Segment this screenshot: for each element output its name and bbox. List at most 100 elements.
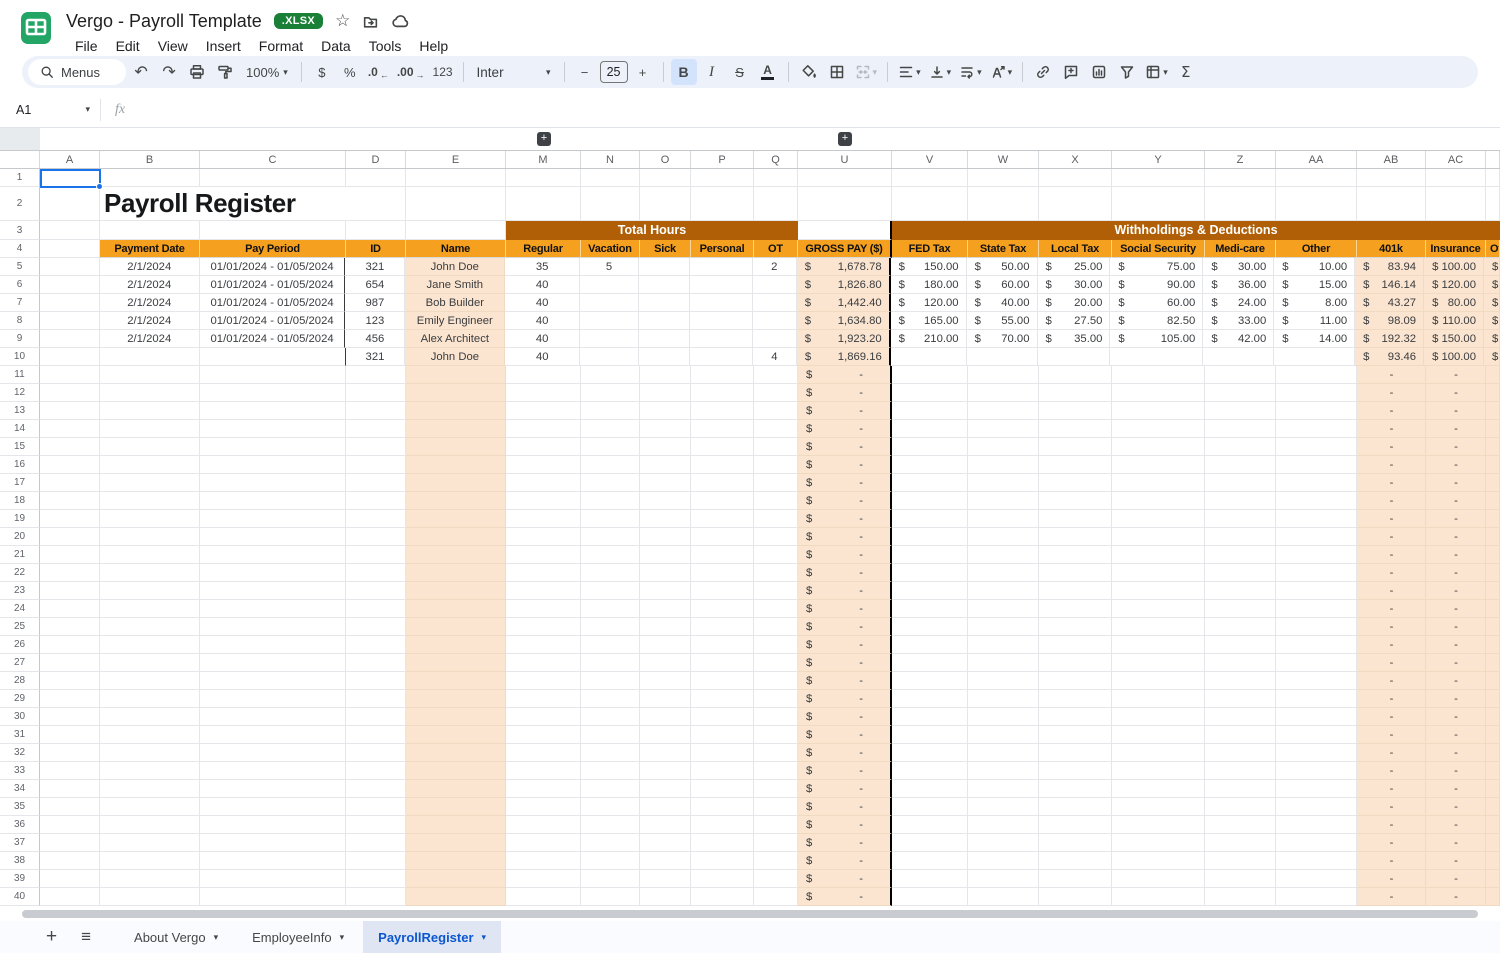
cell-X38[interactable] — [1039, 852, 1112, 870]
cell-C28[interactable] — [200, 672, 346, 690]
cell-AA39[interactable] — [1276, 870, 1357, 888]
cell-Z28[interactable] — [1205, 672, 1276, 690]
cell-Q25[interactable] — [754, 618, 798, 636]
cell-Y20[interactable] — [1112, 528, 1205, 546]
cell-V40[interactable] — [892, 888, 968, 906]
cell-B25[interactable] — [100, 618, 200, 636]
cell-Q18[interactable] — [754, 492, 798, 510]
cell-Q32[interactable] — [754, 744, 798, 762]
cell-AD6[interactable]: $ — [1484, 276, 1500, 294]
cell-E30[interactable] — [406, 708, 506, 726]
cell-M26[interactable] — [506, 636, 581, 654]
cell-AC9[interactable]: $150.00 — [1424, 330, 1484, 348]
cell-Z34[interactable] — [1205, 780, 1276, 798]
cell-U28[interactable]: $- — [798, 672, 892, 690]
cell-Y22[interactable] — [1112, 564, 1205, 582]
cell-A4[interactable] — [40, 240, 100, 258]
cell-V26[interactable] — [892, 636, 968, 654]
cell-B7[interactable]: 2/1/2024 — [100, 294, 200, 312]
cell-U31[interactable]: $- — [798, 726, 892, 744]
cell-O18[interactable] — [640, 492, 691, 510]
cell-W28[interactable] — [968, 672, 1039, 690]
cell-AD20[interactable] — [1486, 528, 1500, 546]
cell-AC40[interactable]: - — [1426, 888, 1486, 906]
cell-B13[interactable] — [100, 402, 200, 420]
cell-AD12[interactable] — [1486, 384, 1500, 402]
cell-AB1[interactable] — [1357, 169, 1426, 187]
cell-AC32[interactable]: - — [1426, 744, 1486, 762]
cell-W11[interactable] — [968, 366, 1039, 384]
cell-C24[interactable] — [200, 600, 346, 618]
cell-A10[interactable] — [40, 348, 100, 366]
cell-P36[interactable] — [691, 816, 754, 834]
cell-N36[interactable] — [581, 816, 640, 834]
cell-O8[interactable] — [639, 312, 690, 330]
cell-O7[interactable] — [639, 294, 690, 312]
cell-AC7[interactable]: $80.00 — [1424, 294, 1484, 312]
cell-C38[interactable] — [200, 852, 346, 870]
cell-D28[interactable] — [346, 672, 406, 690]
cell-V28[interactable] — [892, 672, 968, 690]
cell-X32[interactable] — [1039, 744, 1112, 762]
cell-A14[interactable] — [40, 420, 100, 438]
cell-Y19[interactable] — [1112, 510, 1205, 528]
cell-E24[interactable] — [406, 600, 506, 618]
horizontal-scrollbar-thumb[interactable] — [22, 910, 1478, 918]
cell-AA5[interactable]: $10.00 — [1274, 258, 1355, 276]
cell-X37[interactable] — [1039, 834, 1112, 852]
cell-AD29[interactable] — [1486, 690, 1500, 708]
cell-E1[interactable] — [406, 169, 506, 187]
cell-AA11[interactable] — [1276, 366, 1357, 384]
cell-Z9[interactable]: $42.00 — [1203, 330, 1274, 348]
cell-Z10[interactable] — [1203, 348, 1274, 366]
bold-button[interactable]: B — [671, 59, 697, 85]
cell-M37[interactable] — [506, 834, 581, 852]
cell-Y14[interactable] — [1112, 420, 1205, 438]
expand-columns-button[interactable]: + — [838, 132, 852, 146]
cell-W24[interactable] — [968, 600, 1039, 618]
cell-A20[interactable] — [40, 528, 100, 546]
cell-AA26[interactable] — [1276, 636, 1357, 654]
cell-C4[interactable]: Pay Period — [200, 240, 346, 258]
cell-E35[interactable] — [406, 798, 506, 816]
cell-A5[interactable] — [40, 258, 100, 276]
row-header-15[interactable]: 15 — [0, 438, 40, 456]
cell-D4[interactable]: ID — [346, 240, 406, 258]
cell-E2[interactable] — [406, 187, 506, 221]
cell-O2[interactable] — [640, 187, 691, 221]
cell-X7[interactable]: $20.00 — [1038, 294, 1111, 312]
sheet-tab-payrollregister[interactable]: PayrollRegister ▾ — [363, 921, 501, 953]
cell-E21[interactable] — [406, 546, 506, 564]
cell-AA12[interactable] — [1276, 384, 1357, 402]
cell-AA10[interactable] — [1274, 348, 1355, 366]
cell-AD30[interactable] — [1486, 708, 1500, 726]
cell-V21[interactable] — [892, 546, 968, 564]
cell-Q38[interactable] — [754, 852, 798, 870]
cell-O31[interactable] — [640, 726, 691, 744]
cell-M11[interactable] — [506, 366, 581, 384]
cell-Q20[interactable] — [754, 528, 798, 546]
cell-AC25[interactable]: - — [1426, 618, 1486, 636]
cell-O30[interactable] — [640, 708, 691, 726]
cell-P17[interactable] — [691, 474, 754, 492]
cell-X34[interactable] — [1039, 780, 1112, 798]
print-button[interactable] — [184, 59, 210, 85]
cell-AD4[interactable]: Other — [1486, 240, 1500, 258]
cell-U29[interactable]: $- — [798, 690, 892, 708]
cell-U3[interactable] — [798, 221, 892, 240]
cell-W9[interactable]: $70.00 — [967, 330, 1038, 348]
cell-B14[interactable] — [100, 420, 200, 438]
cell-A31[interactable] — [40, 726, 100, 744]
cell-M33[interactable] — [506, 762, 581, 780]
cell-E11[interactable] — [406, 366, 506, 384]
insert-comment-button[interactable] — [1058, 59, 1084, 85]
cell-B38[interactable] — [100, 852, 200, 870]
cell-D38[interactable] — [346, 852, 406, 870]
cell-U20[interactable]: $- — [798, 528, 892, 546]
cell-Q17[interactable] — [754, 474, 798, 492]
cell-AA18[interactable] — [1276, 492, 1357, 510]
cell-Z18[interactable] — [1205, 492, 1276, 510]
cell-Z32[interactable] — [1205, 744, 1276, 762]
cell-AA13[interactable] — [1276, 402, 1357, 420]
cell-Y38[interactable] — [1112, 852, 1205, 870]
